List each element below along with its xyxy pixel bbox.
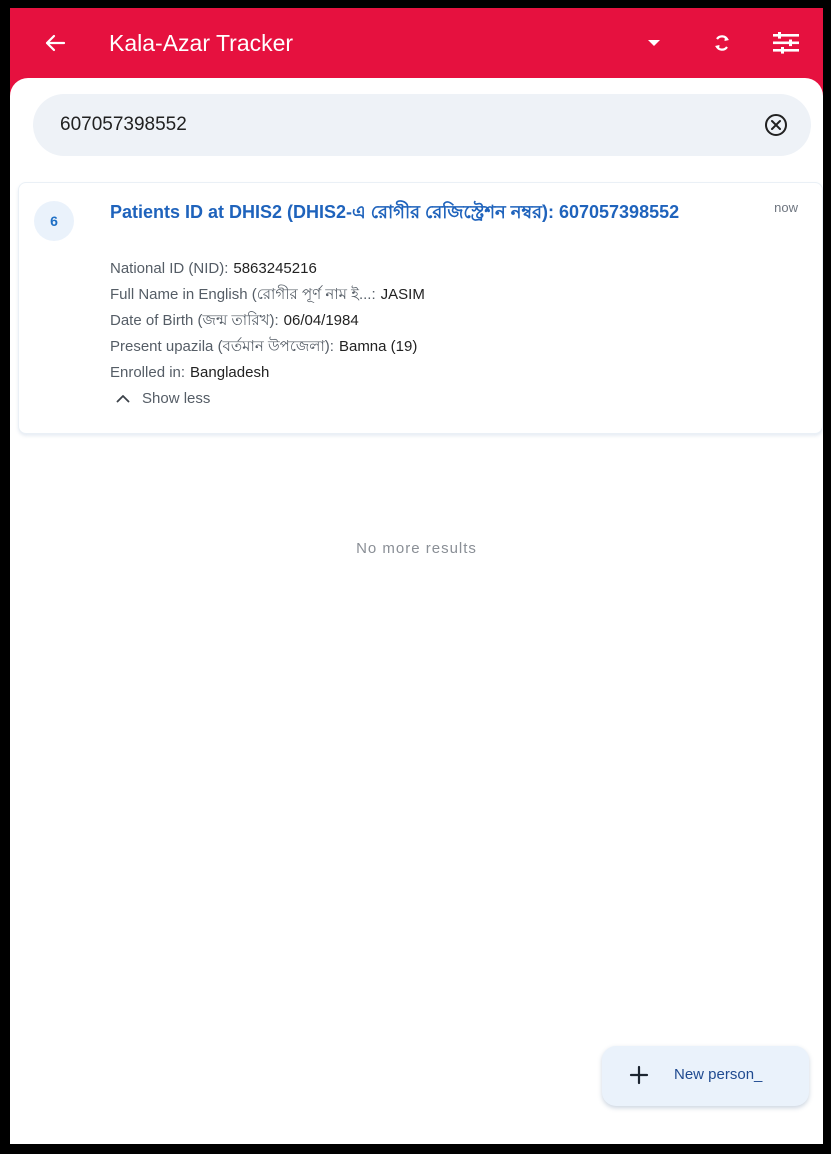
plus-icon [629,1065,649,1085]
app-bar: Kala-Azar Tracker [10,8,823,78]
attribute-row-date-of-birth: Date of Birth (জন্ম তারিখ): 06/04/1984 [110,311,359,331]
dropdown-caret-icon[interactable] [636,25,672,61]
no-more-results-text: No more results [356,540,477,557]
result-title: Patients ID at DHIS2 (DHIS2-এ রোগীর রেজি… [110,202,680,222]
attribute-label: Date of Birth (জন্ম তারিখ): [110,312,279,329]
new-person-label: New person_ [674,1066,763,1083]
attribute-label: National ID (NID): [110,260,229,277]
search-result-card[interactable]: 6 Patients ID at DHIS2 (DHIS2-এ রোগীর রে… [18,182,823,434]
attribute-row-full-name: Full Name in English (রোগীর পূর্ণ নাম ই.… [110,285,425,305]
app-title: Kala-Azar Tracker [109,30,294,56]
attribute-value: JASIM [380,286,425,303]
app-window: Kala-Azar Tracker 607057398552 6 Patient… [10,8,823,1144]
filter-icon[interactable] [768,25,804,61]
search-input[interactable] [60,94,740,156]
attribute-value: Bamna (19) [338,338,418,355]
show-less-button[interactable]: Show less [116,390,210,407]
show-less-label: Show less [142,390,211,407]
attribute-row-upazila: Present upazila (বর্তমান উপজেলা): Bamna (… [110,337,417,357]
sync-icon[interactable] [704,25,740,61]
attribute-value: Bangladesh [190,364,270,381]
sync-status-badge: 6 [34,201,74,241]
search-bar [33,94,811,156]
attribute-label: Present upazila (বর্তমান উপজেলা): [110,338,334,355]
attribute-value: 5863245216 [233,260,317,277]
attribute-label: Enrolled in: [110,364,186,381]
attribute-value: 06/04/1984 [283,312,359,329]
clear-circle-icon[interactable] [761,110,791,140]
attribute-row-enrolled-in: Enrolled in: Bangladesh [110,363,269,383]
main-content: 6 Patients ID at DHIS2 (DHIS2-এ রোগীর রে… [10,78,823,1144]
back-arrow-icon[interactable] [37,25,73,61]
attribute-row-nid: National ID (NID): 5863245216 [110,259,317,279]
attribute-label: Full Name in English (রোগীর পূর্ণ নাম ই.… [110,286,376,303]
new-person-button[interactable]: New person_ [602,1046,809,1106]
result-timestamp: now [774,200,798,215]
chevron-up-icon [116,395,130,403]
